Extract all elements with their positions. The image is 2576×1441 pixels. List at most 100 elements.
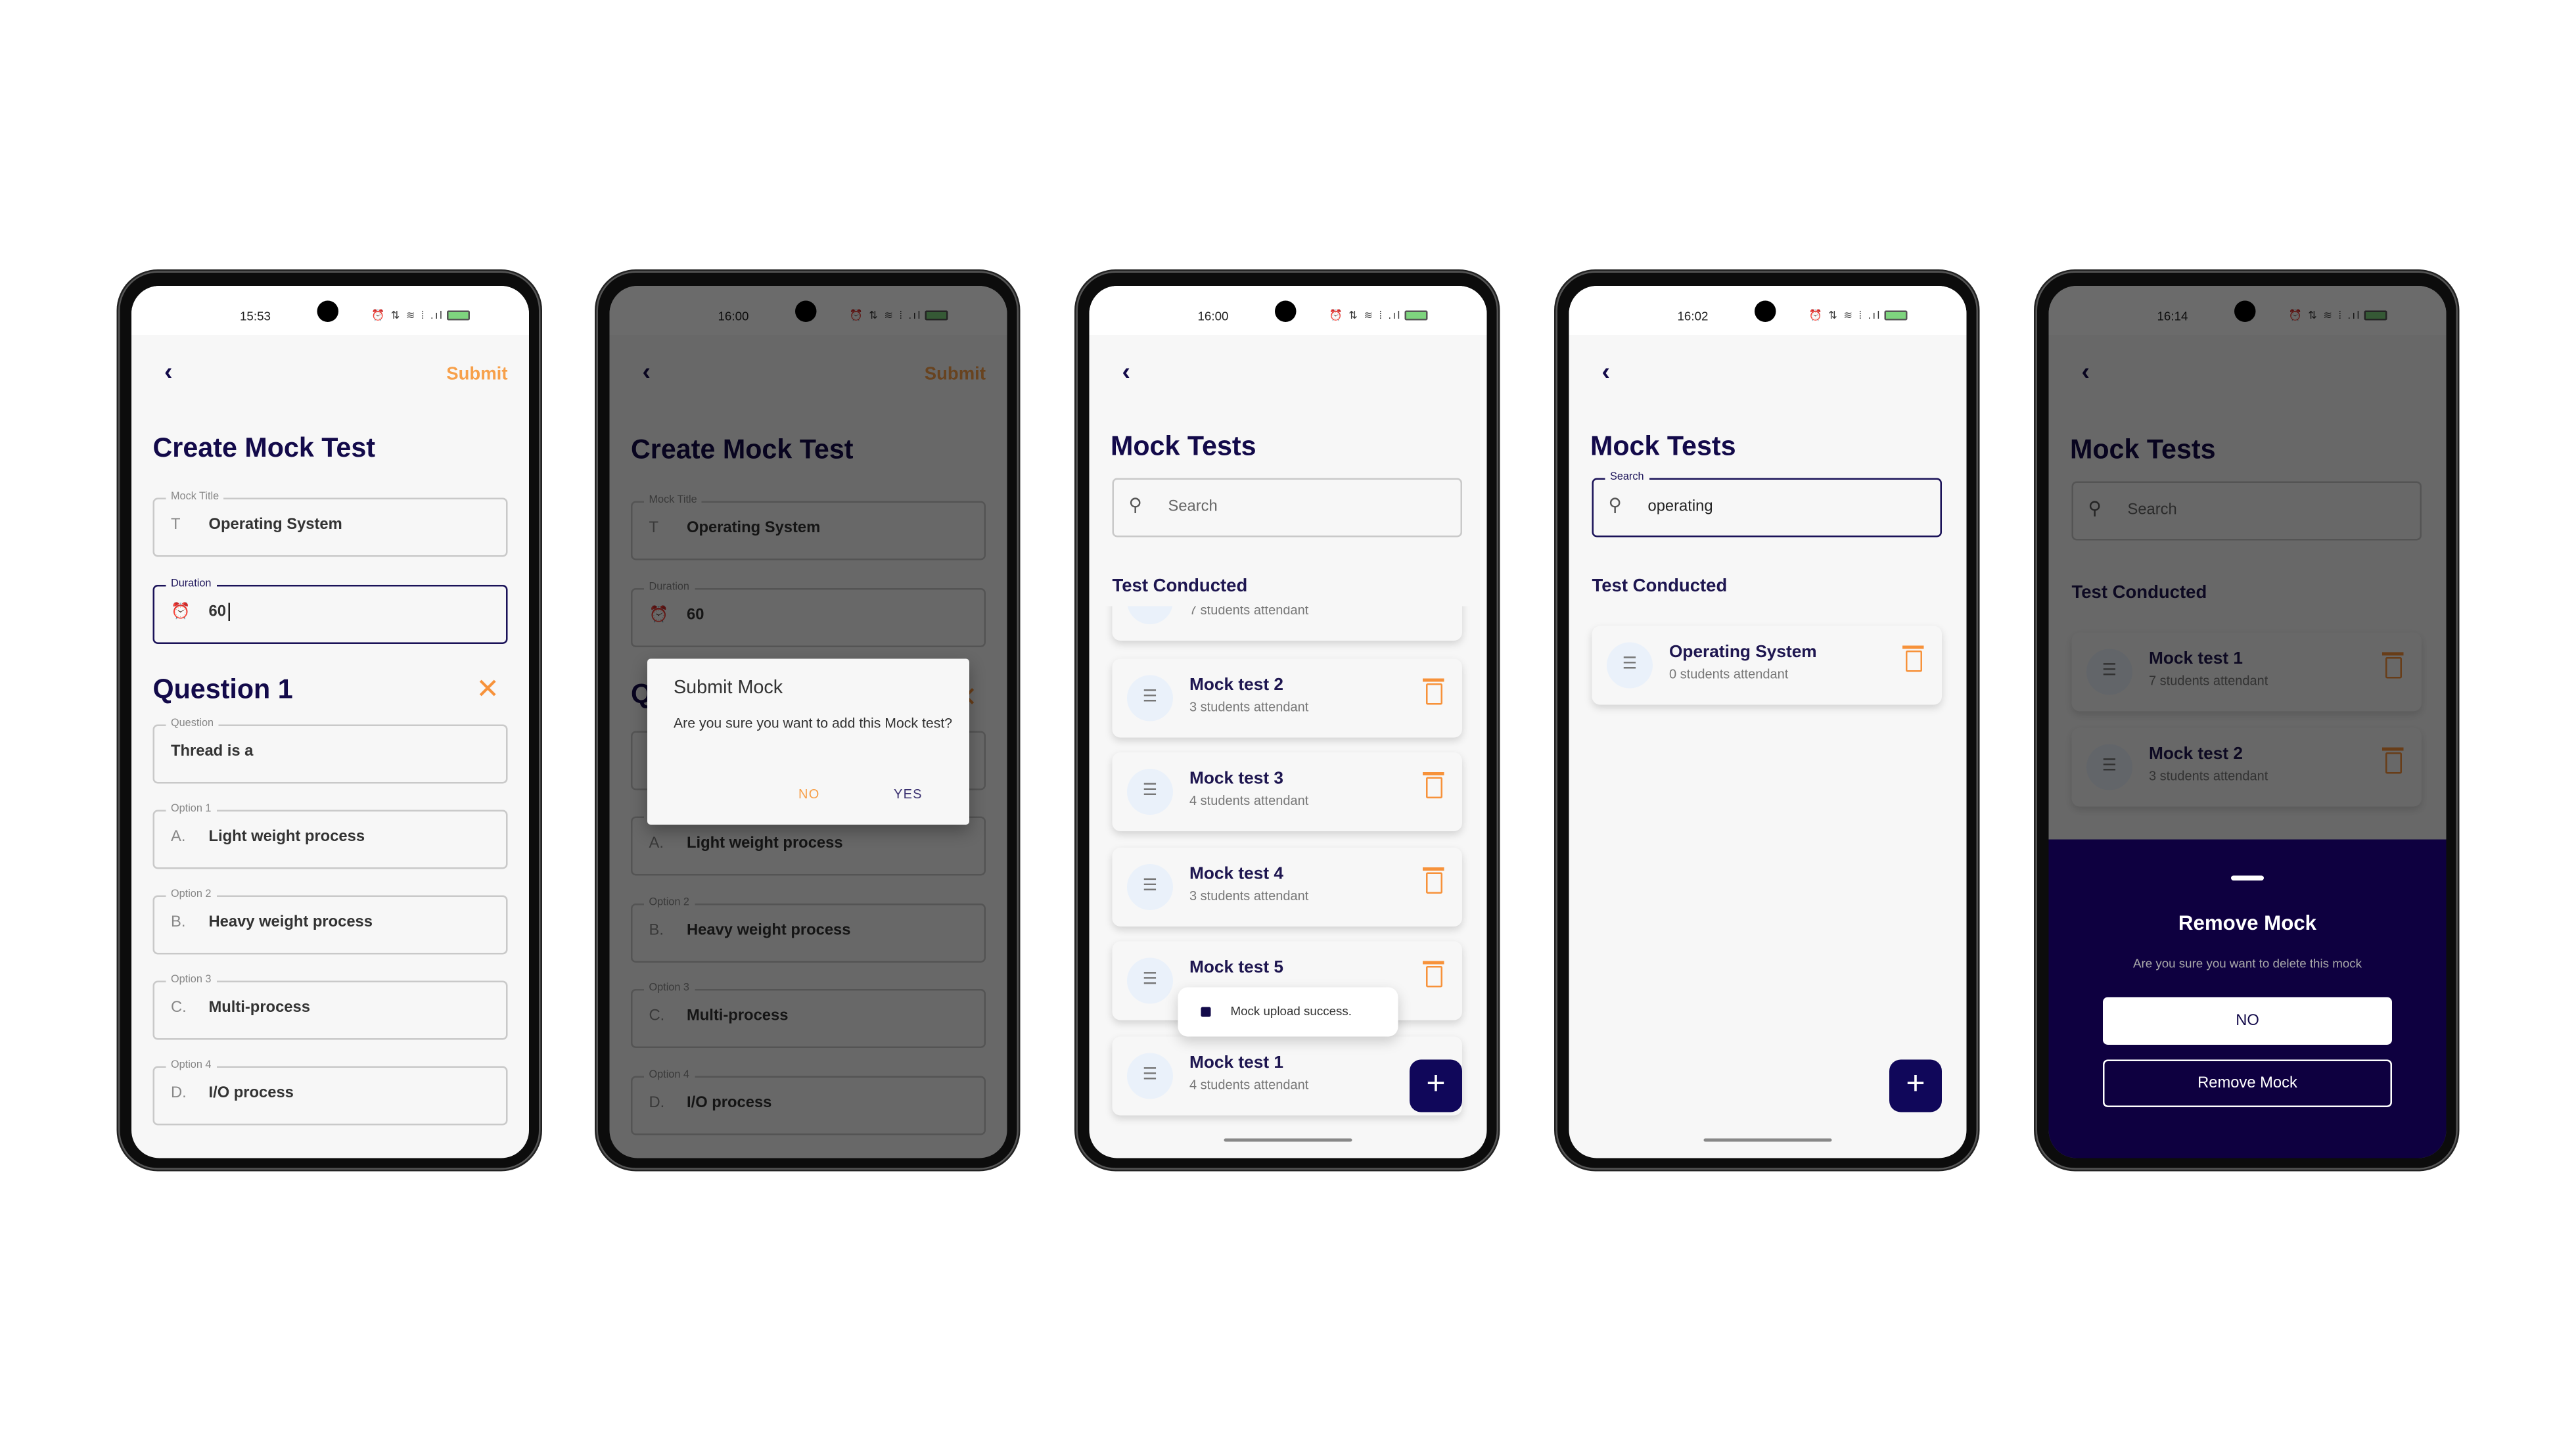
item-title: Mock test 4 xyxy=(1189,864,1283,884)
add-mock-button[interactable]: + xyxy=(1889,1059,1942,1112)
field-label: Option 4 xyxy=(166,1059,216,1073)
duration-field[interactable]: Duration ⏰ 60 xyxy=(152,578,508,644)
mock-title-field[interactable]: Mock Title T Operating System xyxy=(631,494,986,560)
page-title: Create Mock Test xyxy=(631,435,854,465)
screen: 16:00 ⏰ ⇅ ≋ ⁞ .ıl ‹ Mock Tests ⚲ Search Te… xyxy=(1089,286,1487,1158)
list-item[interactable]: ☰ Mock test 4 3 students attendant xyxy=(1112,848,1462,926)
screen: 15:53 ⏰ ⇅ ≋ ⁞ .ıl ‹ Submit Create Mock Te… xyxy=(131,286,529,1158)
battery-icon xyxy=(925,311,948,321)
drag-handle[interactable] xyxy=(2231,875,2264,881)
page-title: Mock Tests xyxy=(1111,432,1256,462)
toast-message: Mock upload success. xyxy=(1230,1003,1352,1019)
dialog-no-button[interactable]: NO xyxy=(798,787,820,802)
option-4-field[interactable]: Option 4 D. I/O process xyxy=(152,1059,508,1126)
field-value: Operating System xyxy=(687,519,821,538)
list-item[interactable]: ☰ Mock test 2 3 students attendant xyxy=(1112,658,1462,738)
document-icon: ☰ xyxy=(1607,642,1653,689)
stage: 15:53 ⏰ ⇅ ≋ ⁞ .ıl ‹ Submit Create Mock Te… xyxy=(0,0,2576,1441)
field-value: Heavy weight process xyxy=(687,921,851,940)
item-title: Mock test 1 xyxy=(1189,1053,1283,1073)
page-title: Mock Tests xyxy=(1590,432,1736,462)
option-letter: D. xyxy=(171,1084,187,1103)
document-icon: ☰ xyxy=(1127,606,1173,624)
back-chevron-icon[interactable]: ‹ xyxy=(164,358,173,386)
search-input[interactable]: ⚲ Search xyxy=(1112,478,1462,538)
text-icon: T xyxy=(171,516,181,534)
option-letter: C. xyxy=(171,999,187,1017)
trash-icon[interactable] xyxy=(1423,772,1444,798)
option-2-field[interactable]: Option 2 B. Heavy weight process xyxy=(631,897,986,963)
option-1-field[interactable]: Option 1A.Light weight process xyxy=(152,803,508,869)
submit-button[interactable]: Submit xyxy=(925,365,986,384)
status-icons-text: ⏰ ⇅ ≋ ⁞ .ıl xyxy=(1808,310,1881,323)
back-chevron-icon[interactable]: ‹ xyxy=(2082,358,2090,386)
duration-field[interactable]: Duration ⏰ 60 xyxy=(631,582,986,647)
item-subtitle: 7 students attendant xyxy=(1189,606,1309,618)
trash-icon[interactable] xyxy=(2382,747,2404,774)
option-2-field[interactable]: Option 2 B. Heavy weight process xyxy=(152,888,508,955)
home-indicator[interactable] xyxy=(1224,1138,1352,1142)
search-input[interactable]: Search ⚲ operating xyxy=(1592,471,1942,538)
field-value: Multi-process xyxy=(208,999,310,1017)
remove-mock-button[interactable]: Remove Mock xyxy=(2103,1059,2392,1107)
dialog-message: Are you sure you want to add this Mock t… xyxy=(674,714,953,731)
screen-dimmed-by-modal[interactable]: 16:00 ⏰ ⇅ ≋ ⁞ .ıl ‹ Submit Create Mock Te… xyxy=(609,286,1007,1158)
search-input[interactable]: ⚲ Search xyxy=(2071,481,2422,541)
option-3-field[interactable]: Option 3 C. Multi-process xyxy=(152,974,508,1040)
submit-button[interactable]: Submit xyxy=(446,365,507,384)
field-label: Option 3 xyxy=(644,982,695,995)
item-subtitle: 3 students attendant xyxy=(2149,769,2268,784)
status-icons: ⏰ ⇅ ≋ ⁞ .ıl xyxy=(371,309,471,323)
battery-icon xyxy=(447,311,471,321)
search-icon: ⚲ xyxy=(1608,496,1622,516)
phone-mock-list: 16:00 ⏰ ⇅ ≋ ⁞ .ıl ‹ Mock Tests ⚲ Search Te… xyxy=(1076,271,1498,1170)
alarm-clock-icon: ⏰ xyxy=(649,606,669,625)
remove-mock-sheet: Remove Mock Are you sure you want to del… xyxy=(2048,839,2447,1158)
back-chevron-icon[interactable]: ‹ xyxy=(1602,358,1611,386)
option-1-field[interactable]: Option 1A.Light weight process xyxy=(631,810,986,876)
field-value: 60 xyxy=(687,606,704,625)
page-title: Create Mock Test xyxy=(152,434,376,463)
search-icon: ⚲ xyxy=(1128,496,1142,516)
list-item[interactable]: ☰ Mock test 1 7 students attendant xyxy=(2071,632,2422,712)
submit-mock-dialog: Submit Mock Are you sure you want to add… xyxy=(647,658,969,825)
item-subtitle: 3 students attendant xyxy=(1189,700,1309,715)
close-icon[interactable]: ✕ xyxy=(476,674,499,706)
home-indicator[interactable] xyxy=(1703,1138,1832,1142)
list-item[interactable]: ☰ Mock test 2 3 students attendant xyxy=(2071,727,2422,807)
trash-icon[interactable] xyxy=(1423,961,1444,988)
status-icons-text: ⏰ ⇅ ≋ ⁞ .ıl xyxy=(371,310,444,323)
add-mock-button[interactable]: + xyxy=(1410,1059,1462,1112)
field-label: Mock Title xyxy=(644,494,702,508)
status-bar: 16:00 ⏰ ⇅ ≋ ⁞ .ıl xyxy=(609,286,1007,335)
option-3-field[interactable]: Option 3 C. Multi-process xyxy=(631,982,986,1048)
document-icon: ☰ xyxy=(1127,769,1173,815)
section-heading: Test Conducted xyxy=(2071,583,2207,603)
mock-title-field[interactable]: Mock Title T Operating System xyxy=(152,491,508,557)
question-field[interactable]: Question Thread is a xyxy=(152,718,508,784)
field-label: Duration xyxy=(644,582,695,595)
list-item[interactable]: ☰ Operating System 0 students attendant xyxy=(1592,626,1942,705)
option-4-field[interactable]: Option 4 D. I/O process xyxy=(631,1069,986,1135)
search-placeholder: Search xyxy=(1168,497,1218,516)
item-subtitle: 4 students attendant xyxy=(1189,793,1309,809)
dialog-yes-button[interactable]: YES xyxy=(894,787,923,802)
field-label: Duration xyxy=(166,578,216,591)
list-item[interactable]: ☰ Mock test 3 4 students attendant xyxy=(1112,752,1462,831)
option-letter: A. xyxy=(171,828,186,846)
trash-icon[interactable] xyxy=(1902,645,1924,672)
option-letter: B. xyxy=(649,921,664,940)
back-chevron-icon[interactable]: ‹ xyxy=(643,358,651,386)
item-title: Mock test 1 xyxy=(2149,649,2243,669)
field-value: Multi-process xyxy=(687,1007,789,1026)
item-title: Mock test 2 xyxy=(1189,675,1283,695)
field-label: Mock Title xyxy=(166,491,224,505)
back-chevron-icon[interactable]: ‹ xyxy=(1122,358,1131,386)
trash-icon[interactable] xyxy=(1423,867,1444,894)
trash-icon[interactable] xyxy=(2382,652,2404,679)
list-item[interactable]: ☰ 7 students attendant xyxy=(1112,606,1462,641)
no-button[interactable]: NO xyxy=(2103,997,2392,1045)
trash-icon[interactable] xyxy=(1423,678,1444,705)
status-bar: 16:14 ⏰ ⇅ ≋ ⁞ .ıl xyxy=(2048,286,2447,335)
screen-dimmed-by-modal[interactable]: 16:14 ⏰ ⇅ ≋ ⁞ .ıl ‹ Mock Tests ⚲ Search Te… xyxy=(2048,286,2447,1158)
